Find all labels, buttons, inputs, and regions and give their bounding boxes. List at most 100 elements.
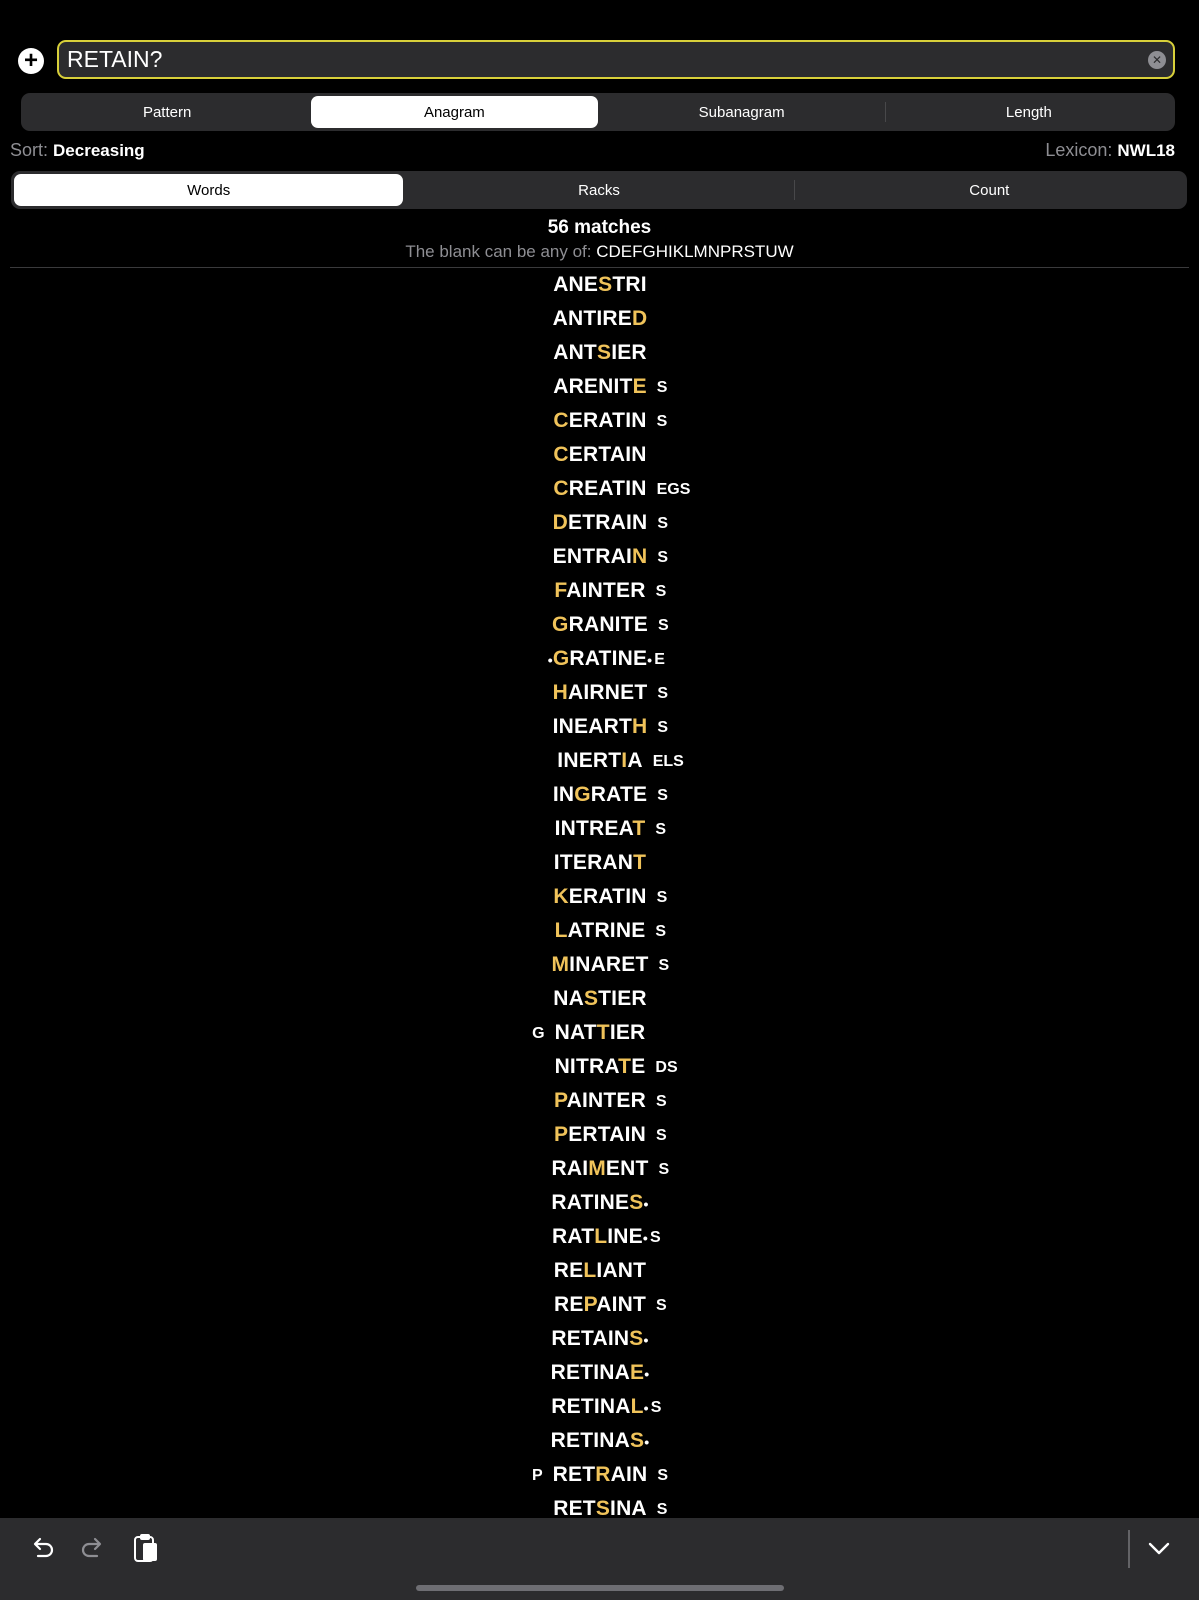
word: RETINAL• bbox=[551, 1390, 649, 1425]
undo-icon[interactable] bbox=[28, 1534, 56, 1562]
word-row[interactable]: RATLINE• S bbox=[0, 1220, 1199, 1254]
word-row[interactable]: NATTIER G bbox=[0, 1016, 1199, 1050]
result-view-tabs: Words Racks Count bbox=[11, 171, 1187, 209]
word: ANESTRI bbox=[553, 268, 647, 302]
word-part: ATRINE bbox=[567, 919, 646, 942]
back-hooks: S bbox=[656, 1093, 667, 1110]
word-row[interactable]: RELIANT bbox=[0, 1254, 1199, 1288]
word-row[interactable]: ITERANT bbox=[0, 846, 1199, 880]
blank-letter: L bbox=[630, 1395, 644, 1418]
back-dot: • bbox=[647, 652, 653, 668]
tab-anagram[interactable]: Anagram bbox=[311, 96, 598, 128]
blank-letter: H bbox=[632, 715, 648, 738]
lexicon-control[interactable]: Lexicon: NWL18 bbox=[1045, 140, 1175, 161]
blank-letter: S bbox=[630, 1429, 645, 1452]
blank-letter: L bbox=[583, 1259, 597, 1282]
tab-racks[interactable]: Racks bbox=[404, 174, 793, 206]
blank-letter: S bbox=[596, 341, 612, 364]
word-row[interactable]: NITRATE DS bbox=[0, 1050, 1199, 1084]
word: INTREAT bbox=[555, 812, 646, 846]
word-row[interactable]: INERTIA ELS bbox=[0, 744, 1199, 778]
blank-letter: C bbox=[553, 443, 569, 466]
word-part: RETAIN bbox=[551, 1327, 630, 1350]
word-part: NA bbox=[553, 987, 584, 1010]
redo-icon[interactable] bbox=[79, 1534, 107, 1562]
blank-letter: R bbox=[595, 1463, 611, 1486]
word-part: REATIN bbox=[568, 477, 647, 500]
word-row[interactable]: CERTAIN bbox=[0, 438, 1199, 472]
tab-pattern[interactable]: Pattern bbox=[24, 96, 310, 128]
word-row[interactable]: PERTAIN S bbox=[0, 1118, 1199, 1152]
word-part: ERTAIN bbox=[568, 1123, 647, 1146]
word-row[interactable]: RETINAS• bbox=[0, 1424, 1199, 1458]
blank-letter: L bbox=[594, 1225, 608, 1248]
home-indicator bbox=[416, 1585, 784, 1591]
blank-letter: S bbox=[583, 987, 599, 1010]
word-row[interactable]: INTREAT S bbox=[0, 812, 1199, 846]
word-row[interactable]: DETRAIN S bbox=[0, 506, 1199, 540]
back-hooks: ELS bbox=[652, 753, 684, 770]
word: ITERANT bbox=[554, 846, 646, 880]
word-part: ENT bbox=[605, 1157, 649, 1180]
word-row[interactable]: •GRATINE• E bbox=[0, 642, 1199, 676]
paste-icon[interactable] bbox=[132, 1532, 160, 1564]
word-row[interactable]: RETINAL• S bbox=[0, 1390, 1199, 1424]
clear-icon[interactable]: ✕ bbox=[1148, 51, 1166, 69]
word-row[interactable]: RATINES• bbox=[0, 1186, 1199, 1220]
blank-letters-line: The blank can be any of: CDEFGHIKLMNPRST… bbox=[0, 242, 1199, 262]
back-hooks: S bbox=[655, 923, 667, 940]
blank-letter: M bbox=[588, 1157, 606, 1180]
word-row[interactable]: INGRATE S bbox=[0, 778, 1199, 812]
word-row[interactable]: CREATIN EGS bbox=[0, 472, 1199, 506]
word-row[interactable]: ANTIRED bbox=[0, 302, 1199, 336]
word-row[interactable]: KERATIN S bbox=[0, 880, 1199, 914]
back-hooks: S bbox=[656, 413, 668, 430]
word-row[interactable]: REPAINT S bbox=[0, 1288, 1199, 1322]
add-button[interactable]: + bbox=[18, 48, 44, 74]
word-row[interactable]: CERATIN S bbox=[0, 404, 1199, 438]
word-row[interactable]: GRANITE S bbox=[0, 608, 1199, 642]
sort-control[interactable]: Sort: Decreasing bbox=[10, 140, 145, 161]
word-row[interactable]: RETAINS• bbox=[0, 1322, 1199, 1356]
word-row[interactable]: INEARTH S bbox=[0, 710, 1199, 744]
tab-length[interactable]: Length bbox=[886, 96, 1172, 128]
back-hooks: S bbox=[656, 1127, 667, 1144]
search-input[interactable] bbox=[67, 42, 1127, 77]
tab-count[interactable]: Count bbox=[795, 174, 1184, 206]
back-hooks: E bbox=[654, 651, 665, 668]
word-part: E bbox=[631, 1055, 646, 1078]
tab-subanagram[interactable]: Subanagram bbox=[599, 96, 885, 128]
back-dot: • bbox=[644, 1366, 650, 1382]
word-row[interactable]: ANESTRI bbox=[0, 268, 1199, 302]
word-part: ANTIRE bbox=[552, 307, 632, 330]
word-row[interactable]: LATRINE S bbox=[0, 914, 1199, 948]
back-dot: • bbox=[642, 1230, 648, 1246]
word-part: INE bbox=[607, 1225, 643, 1248]
word-row[interactable]: ARENITE S bbox=[0, 370, 1199, 404]
results-summary: 56 matches The blank can be any of: CDEF… bbox=[0, 217, 1199, 262]
word-row[interactable]: RETINAE• bbox=[0, 1356, 1199, 1390]
blank-letter: G bbox=[574, 783, 591, 806]
back-hooks: S bbox=[657, 1467, 669, 1484]
back-hooks: S bbox=[655, 821, 667, 838]
word-row[interactable]: RAIMENT S bbox=[0, 1152, 1199, 1186]
word: HAIRNET bbox=[553, 676, 648, 710]
back-hooks: EGS bbox=[656, 481, 691, 498]
search-field[interactable]: ✕ bbox=[57, 40, 1175, 79]
word-row[interactable]: PAINTER S bbox=[0, 1084, 1199, 1118]
word-row[interactable]: NASTIER bbox=[0, 982, 1199, 1016]
word: •GRATINE• bbox=[548, 642, 653, 677]
word-row[interactable]: HAIRNET S bbox=[0, 676, 1199, 710]
word-row[interactable]: ANTSIER bbox=[0, 336, 1199, 370]
word-row[interactable]: ENTRAIN S bbox=[0, 540, 1199, 574]
chevron-down-icon[interactable] bbox=[1147, 1538, 1171, 1558]
word-row[interactable]: MINARET S bbox=[0, 948, 1199, 982]
blank-letter: E bbox=[632, 375, 647, 398]
tab-words[interactable]: Words bbox=[14, 174, 404, 206]
blank-letters: CDEFGHIKLMNPRSTUW bbox=[596, 242, 794, 261]
word-row[interactable]: FAINTER S bbox=[0, 574, 1199, 608]
word-row[interactable]: RETRAIN P S bbox=[0, 1458, 1199, 1492]
word: ARENITE bbox=[553, 370, 647, 404]
word: INERTIA bbox=[557, 744, 642, 778]
word: GRANITE bbox=[552, 608, 648, 642]
